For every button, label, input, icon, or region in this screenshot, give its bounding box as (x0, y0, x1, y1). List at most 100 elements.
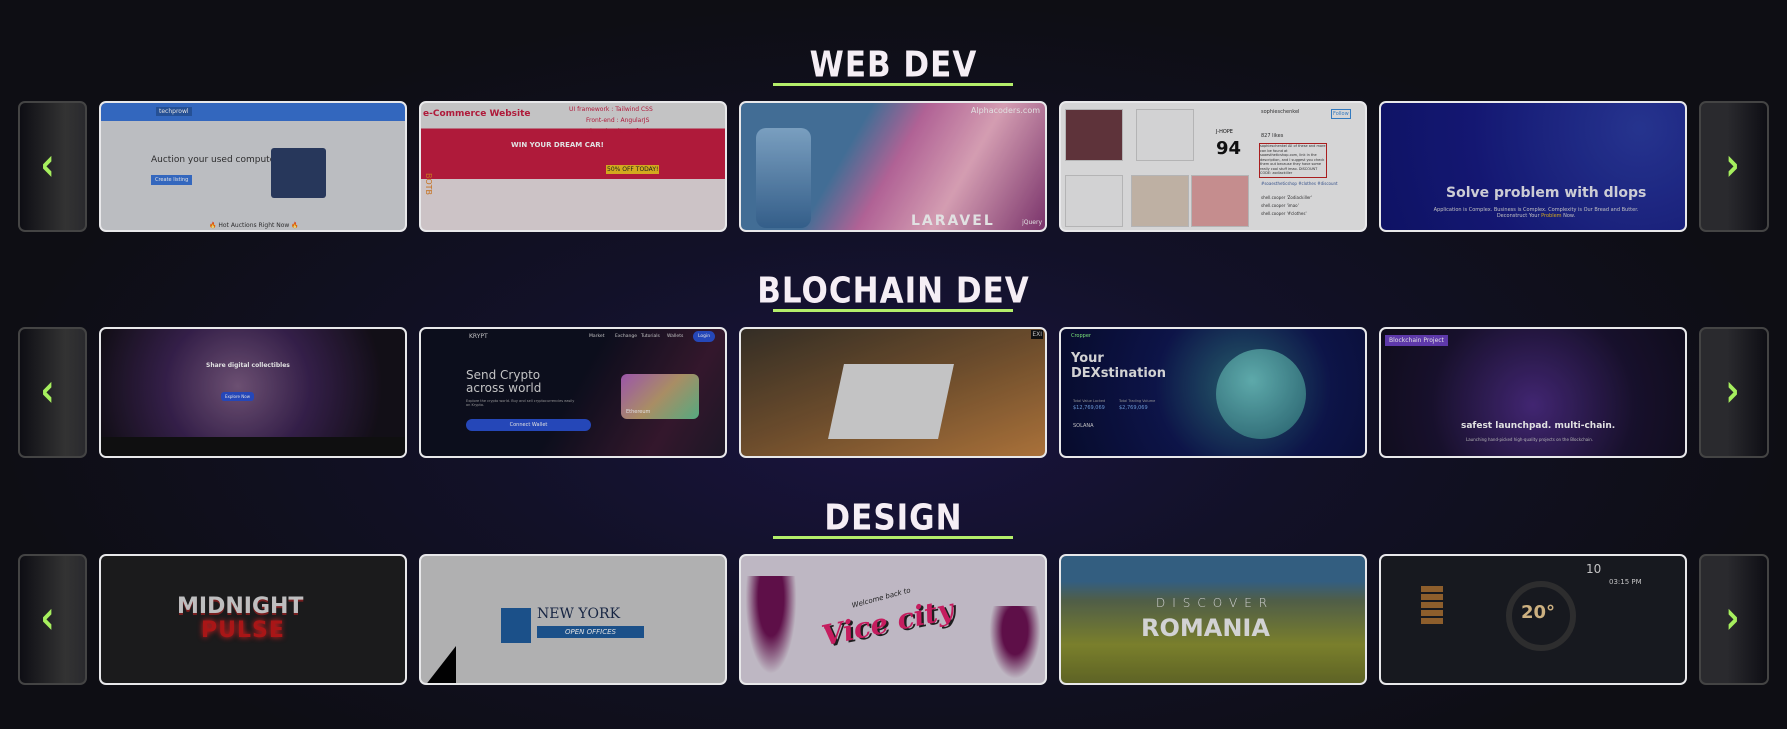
card-text: Total Trading Volume (1119, 399, 1156, 403)
card-text: Vice city (819, 592, 957, 653)
menu-tile (1421, 610, 1443, 616)
house-illustration (271, 148, 326, 198)
card-text: 10 (1586, 562, 1602, 576)
card-text: MIDNIGHT (177, 594, 304, 619)
project-card[interactable]: DISCOVER ROMANIA (1059, 554, 1367, 685)
ny-logo-block (501, 608, 531, 643)
card-text: ROMANIA (1141, 614, 1270, 642)
heading-underline (773, 83, 1013, 86)
menu-tile (1421, 602, 1443, 608)
card-text: $12,769,069 (1073, 405, 1105, 411)
card-text: Market (589, 334, 605, 339)
carousel-row: MIDNIGHT PULSE NEW YORK OPEN OFFICES Welcome… (0, 554, 1787, 685)
carousel-row: techprowl Auction your used computers Crea… (0, 101, 1787, 232)
card-text: #soaestheticshop #clothes #discount (1261, 181, 1338, 186)
card-text: Share digital collectibles (206, 362, 290, 369)
black-shape (421, 646, 456, 683)
card-text: NEW YORK (537, 606, 621, 622)
card-text: Exchange (615, 334, 637, 339)
carousel-prev-button[interactable]: ‹ (40, 365, 54, 415)
carousel-next-button[interactable]: › (1725, 139, 1739, 189)
robot-cell-table (828, 364, 954, 439)
product-photo (1065, 175, 1123, 227)
card-text: Wallets (667, 334, 684, 339)
card-text: Alphacoders.com (970, 106, 1040, 115)
card-text: safest launchpad. multi-chain. (1461, 421, 1616, 431)
card-text: Ethereum (626, 409, 651, 415)
project-card[interactable]: EXI (739, 327, 1047, 458)
card-text: shell.cooper 'imao' (1261, 203, 1299, 208)
card-text: Launching hand-picked high-quality proje… (1466, 437, 1594, 442)
project-card[interactable]: Welcome back to Vice city (739, 554, 1047, 685)
card-text: Total Value Locked (1073, 399, 1106, 403)
card-text: 50% OFF TODAY! (606, 165, 660, 174)
card-text: 🔥 Hot Auctions Right Now 🔥 (209, 222, 299, 229)
card-text: e-Commerce Website (423, 109, 531, 119)
card-text: techprowl (156, 107, 192, 116)
project-card[interactable]: KRYPT Market Exchange Tutorials Wallets Login… (419, 327, 727, 458)
section-heading: DESIGN (824, 497, 963, 539)
card-text: sophieschenkel All of these and more can… (1259, 143, 1327, 178)
card-text: KRYPT (469, 333, 488, 340)
highlight-word: Problem (1541, 213, 1564, 219)
card-text: Solve problem with dlops (1446, 185, 1647, 201)
project-card[interactable]: sophieschenkel Follow 827 likes sophieschen… (1059, 101, 1367, 232)
planet (1216, 349, 1306, 439)
project-card[interactable]: Cropper Your DEXstination Total Value Lock… (1059, 327, 1367, 458)
card-text: 03:15 PM (1609, 578, 1642, 586)
card-text: 20° (1521, 602, 1556, 623)
project-card[interactable]: MIDNIGHT PULSE (99, 554, 407, 685)
heading-underline (773, 536, 1013, 539)
card-text: Send Crypto across world (466, 368, 542, 395)
palm-trees-left (741, 576, 801, 683)
carousel-prev-button[interactable]: ‹ (40, 139, 54, 189)
card-text: OPEN OFFICES (537, 626, 644, 638)
card-text: Application is Complex. Business is Comp… (1433, 207, 1639, 219)
card-text: jQuery (1022, 219, 1042, 226)
card-text: Cropper (1071, 333, 1091, 339)
card-text: sophieschenkel (1261, 109, 1300, 115)
card-text: Auction your used computers (151, 155, 284, 165)
card-text: Explore the crypto world. Buy and sell c… (466, 399, 575, 407)
card-text: WIN YOUR DREAM CAR! (511, 141, 604, 149)
project-card[interactable]: Share digital collectiblesExplore NowCat… (99, 327, 407, 458)
carousel-next-button[interactable]: › (1725, 365, 1739, 415)
card-text: UI framework : Tailwind CSS (569, 106, 653, 113)
menu-tile (1421, 586, 1443, 592)
project-card[interactable]: Alphacoders.com LARAVEL jQuery (739, 101, 1047, 232)
card-text: LARAVEL (911, 213, 995, 229)
card-text: Blockchain Project (1385, 335, 1448, 346)
carousel-next-button[interactable]: › (1725, 592, 1739, 642)
project-card[interactable]: Blockchain Project safest launchpad. mult… (1379, 327, 1687, 458)
product-photo (1065, 109, 1123, 161)
card-text: SOLANA (1073, 423, 1094, 429)
robot-illustration (756, 128, 811, 228)
card-text: shell.cooper 'Zodiackiller' (1261, 195, 1313, 200)
menu-tile (1421, 618, 1443, 624)
card-text: 94 (1216, 138, 1242, 159)
card-text: DISCOVER (1156, 596, 1275, 610)
product-photo (1136, 109, 1194, 161)
card-text: J-HOPE (1216, 129, 1233, 135)
card-text: EXI (1031, 330, 1043, 339)
card-text: shell.cooper '#clothes' (1261, 211, 1307, 216)
card-text: Tutorials (641, 334, 660, 339)
carousel-prev-button[interactable]: ‹ (40, 592, 54, 642)
project-card[interactable]: NEW YORK OPEN OFFICES (419, 554, 727, 685)
carousel-row: Share digital collectiblesExplore NowCat… (0, 327, 1787, 458)
card-text: Create listing (151, 175, 193, 185)
project-card[interactable]: Solve problem with dlops Application is C… (1379, 101, 1687, 232)
card-text: PULSE (201, 618, 285, 643)
heading-underline (773, 309, 1013, 312)
card-text: 827 likes (1261, 133, 1284, 139)
section-heading: WEB DEV (809, 44, 978, 86)
project-card[interactable]: 20° 10 03:15 PM (1379, 554, 1687, 685)
card-text: Explore Now (221, 392, 254, 401)
nft-footer-bar (101, 437, 405, 456)
product-photo (1191, 175, 1249, 227)
card-text: $2,769,069 (1119, 405, 1148, 411)
project-card[interactable]: e-Commerce Website UI framework : Tailwin… (419, 101, 727, 232)
card-text: BOTB (424, 173, 433, 196)
card-text: Login (693, 331, 716, 342)
project-card[interactable]: techprowl Auction your used computers Crea… (99, 101, 407, 232)
